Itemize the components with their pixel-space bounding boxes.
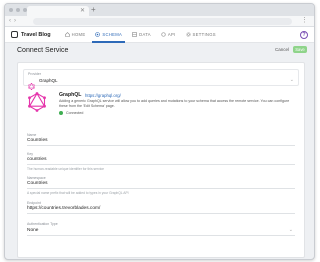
nav-item-label: DATA	[139, 32, 151, 37]
browser-menu-icon[interactable]: ⋮	[301, 17, 308, 25]
page-title: Connect Service	[17, 47, 69, 54]
key-hint: The human-readable unique identifier for…	[27, 167, 104, 171]
browser-tab-bar: ✕ +	[5, 4, 314, 16]
settings-icon	[185, 32, 191, 37]
help-icon[interactable]: ?	[300, 31, 308, 39]
provider-label: Provider	[28, 72, 42, 76]
url-field[interactable]	[33, 18, 292, 25]
namespace-label: Namespace	[27, 176, 46, 180]
window-controls	[9, 8, 27, 12]
data-icon	[132, 32, 137, 37]
app-navbar: Travel Blog HOME SCHEMA DATA API SETTING…	[5, 27, 314, 43]
service-link[interactable]: https://graphql.org/	[85, 93, 121, 98]
schema-icon	[95, 32, 101, 37]
name-label: Name	[27, 133, 37, 137]
authentication-label: Authentication Type	[27, 222, 58, 226]
nav-item-label: SETTINGS	[192, 32, 216, 37]
connection-status: Connected	[59, 111, 83, 115]
address-bar: ‹› ⋮	[5, 16, 314, 27]
namespace-field[interactable]: Countries	[27, 181, 48, 186]
nav-item-label: API	[167, 32, 176, 37]
close-tab-icon[interactable]: ✕	[80, 7, 85, 15]
endpoint-label: Endpoint	[27, 201, 41, 205]
new-tab-icon[interactable]: +	[91, 6, 96, 14]
graphql-icon	[28, 77, 35, 91]
nav-item-api[interactable]: API	[156, 27, 181, 43]
provider-select[interactable]: Provider GraphQL ⌄	[23, 69, 299, 91]
service-title: GraphQL	[59, 92, 82, 98]
status-text: Connected	[66, 111, 84, 115]
authentication-select[interactable]: None	[27, 228, 38, 233]
graphql-logo-icon	[27, 92, 47, 112]
namespace-underline	[27, 188, 295, 189]
provider-value: GraphQL	[39, 78, 58, 83]
namespace-hint: A special name prefix that will be added…	[27, 191, 129, 195]
nav-item-settings[interactable]: SETTINGS	[181, 27, 221, 43]
service-description-text: Adding a generic GraphQL service will al…	[59, 99, 290, 108]
api-icon	[161, 32, 166, 37]
nav-item-label: HOME	[71, 32, 86, 37]
back-forward-icons[interactable]: ‹›	[9, 18, 19, 25]
brand-logo-icon	[11, 31, 18, 38]
name-underline	[27, 145, 295, 146]
name-field[interactable]: Countries	[27, 138, 48, 143]
browser-window: ✕ + ‹› ⋮ Travel Blog HOME SCHEMA DATA AP…	[4, 3, 315, 260]
nav-item-schema[interactable]: SCHEMA	[90, 27, 127, 43]
page-header: Connect Service Cancel Save	[5, 43, 314, 59]
minimize-window-button[interactable]	[16, 8, 20, 12]
service-description: GraphQL https://graphql.org/ Adding a ge…	[23, 89, 303, 131]
service-form-card: Provider GraphQL ⌄ GraphQL https://graph…	[17, 62, 305, 258]
endpoint-field[interactable]: https://countries.trevorblades.com/	[27, 206, 100, 211]
endpoint-underline	[27, 213, 295, 214]
chevron-down-icon: ⌄	[289, 77, 294, 83]
home-icon	[64, 32, 70, 37]
authentication-underline	[27, 235, 295, 236]
brand[interactable]: Travel Blog	[11, 31, 51, 38]
key-field[interactable]: countries	[27, 157, 46, 162]
status-dot-icon	[59, 111, 63, 115]
cancel-button[interactable]: Cancel	[275, 47, 289, 52]
key-underline	[27, 164, 295, 165]
close-window-button[interactable]	[9, 8, 13, 12]
save-button[interactable]: Save	[293, 46, 307, 53]
browser-tab[interactable]: ✕	[27, 6, 89, 16]
nav-item-home[interactable]: HOME	[60, 27, 91, 43]
nav-item-data[interactable]: DATA	[127, 27, 156, 43]
chevron-down-icon: ⌄	[288, 227, 293, 233]
nav-item-label: SCHEMA	[102, 32, 123, 37]
brand-name: Travel Blog	[21, 31, 51, 38]
key-label: Key	[27, 152, 34, 156]
